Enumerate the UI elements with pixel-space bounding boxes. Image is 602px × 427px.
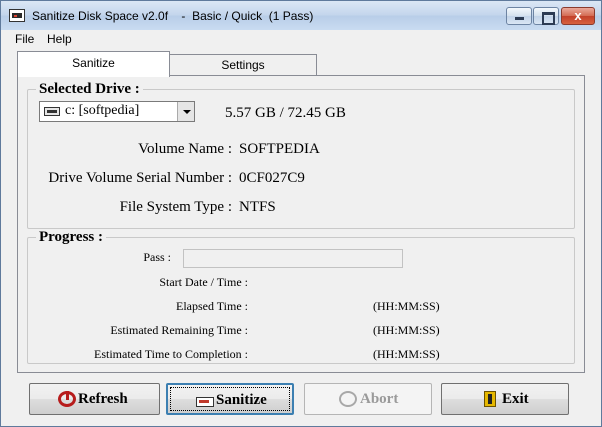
sanitize-disk-icon: [195, 392, 214, 408]
sanitize-button-label: Sanitize: [216, 392, 267, 408]
file-system-value: NTFS: [239, 199, 276, 215]
volume-name-label: Volume Name :: [138, 141, 232, 157]
menu-help[interactable]: Help: [47, 32, 72, 46]
sanitize-tab-panel: Selected Drive : c: [softpedia] 5.57 GB …: [17, 75, 585, 373]
completion-time-label: Estimated Time to Completion :: [93, 347, 248, 361]
serial-number-value: 0CF027C9: [239, 170, 305, 186]
refresh-icon: [58, 391, 76, 407]
file-system-label: File System Type :: [119, 199, 232, 215]
progress-group: Progress : Pass : Start Date / Time : El…: [27, 229, 575, 364]
tab-settings[interactable]: Settings: [169, 54, 317, 75]
chevron-down-icon[interactable]: [177, 102, 194, 121]
app-disk-icon: [9, 9, 25, 22]
drive-icon: [44, 107, 60, 116]
refresh-button-label: Refresh: [78, 391, 128, 407]
close-icon: x: [574, 8, 582, 23]
menu-bar: File Help: [1, 30, 601, 49]
maximize-button[interactable]: [533, 7, 559, 25]
refresh-button[interactable]: Refresh: [29, 383, 160, 415]
app-window: Sanitize Disk Space v2.0f - Basic / Quic…: [0, 0, 602, 427]
abort-button-label: Abort: [360, 391, 399, 407]
abort-button[interactable]: Abort: [304, 383, 432, 415]
pass-field: [183, 249, 403, 268]
window-title: Sanitize Disk Space v2.0f - Basic / Quic…: [32, 9, 314, 23]
remaining-time-label: Estimated Remaining Time :: [110, 323, 248, 337]
abort-icon: [339, 391, 357, 407]
selected-drive-title: Selected Drive :: [36, 81, 143, 98]
close-button[interactable]: x: [561, 7, 595, 25]
exit-button-label: Exit: [502, 391, 529, 407]
tab-strip: Sanitize Settings: [1, 49, 601, 77]
progress-title: Progress :: [36, 229, 107, 246]
tab-sanitize[interactable]: Sanitize: [17, 51, 170, 77]
completion-time-unit: (HH:MM:SS): [373, 347, 440, 361]
elapsed-time-label: Elapsed Time :: [175, 299, 248, 313]
remaining-time-unit: (HH:MM:SS): [373, 323, 440, 337]
drive-dropdown-value: c: [softpedia]: [65, 103, 140, 118]
start-time-label: Start Date / Time :: [159, 275, 248, 289]
minimize-button[interactable]: [506, 7, 532, 25]
sanitize-button[interactable]: Sanitize: [166, 383, 294, 415]
exit-button[interactable]: Exit: [441, 383, 569, 415]
drive-size: 5.57 GB / 72.45 GB: [225, 105, 346, 121]
serial-number-label: Drive Volume Serial Number :: [48, 170, 232, 186]
volume-name-value: SOFTPEDIA: [239, 141, 320, 157]
elapsed-time-unit: (HH:MM:SS): [373, 299, 440, 313]
drive-dropdown[interactable]: c: [softpedia]: [39, 101, 195, 122]
title-bar[interactable]: Sanitize Disk Space v2.0f - Basic / Quic…: [1, 1, 601, 30]
selected-drive-group: Selected Drive : c: [softpedia] 5.57 GB …: [27, 81, 575, 229]
pass-label: Pass :: [143, 250, 171, 264]
exit-door-icon: [484, 391, 496, 407]
menu-file[interactable]: File: [15, 32, 34, 46]
